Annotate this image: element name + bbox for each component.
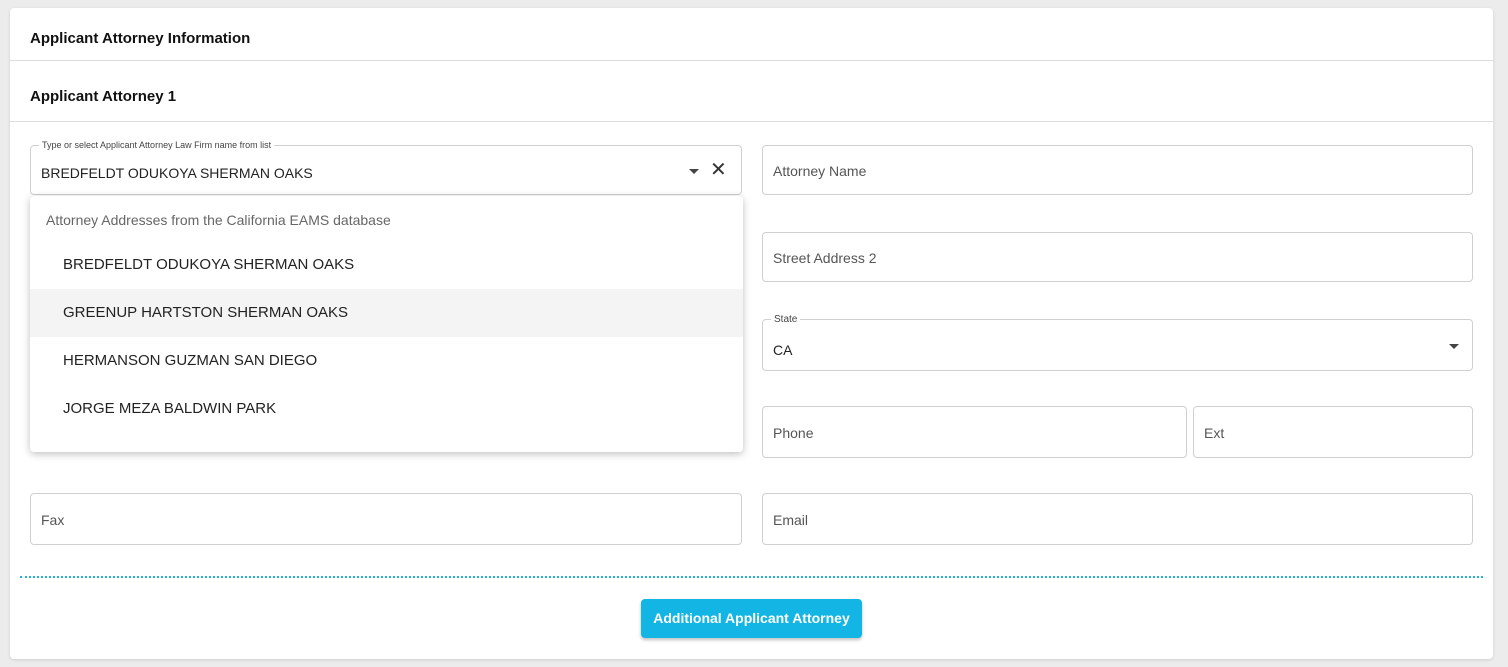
dotted-divider xyxy=(20,576,1483,578)
ext-field[interactable]: Ext xyxy=(1193,406,1473,458)
fax-field[interactable]: Fax xyxy=(30,493,742,545)
email-placeholder: Email xyxy=(773,512,809,528)
email-field[interactable]: Email xyxy=(762,493,1473,545)
state-value[interactable]: CA xyxy=(773,342,792,358)
dropdown-option[interactable]: GREENUP HARTSTON SHERMAN OAKS xyxy=(30,289,743,337)
applicant-attorney-card: Applicant Attorney Information Applicant… xyxy=(10,8,1493,659)
divider xyxy=(10,60,1493,61)
caret-down-icon[interactable] xyxy=(689,169,699,174)
law-firm-value[interactable]: BREDFELDT ODUKOYA SHERMAN OAKS xyxy=(41,165,313,181)
law-firm-floating-label: Type or select Applicant Attorney Law Fi… xyxy=(39,140,275,150)
caret-down-icon[interactable] xyxy=(1449,344,1459,349)
divider xyxy=(10,121,1493,122)
law-firm-dropdown-menu: Attorney Addresses from the California E… xyxy=(30,196,743,452)
attorney-name-placeholder: Attorney Name xyxy=(773,163,867,179)
close-icon[interactable]: ✕ xyxy=(710,160,727,180)
attorney-1-title: Applicant Attorney 1 xyxy=(30,88,177,105)
ext-placeholder: Ext xyxy=(1204,425,1225,441)
phone-placeholder: Phone xyxy=(773,425,814,441)
law-firm-combobox[interactable]: Type or select Applicant Attorney Law Fi… xyxy=(30,140,742,195)
fax-placeholder: Fax xyxy=(41,512,65,528)
additional-applicant-attorney-button[interactable]: Additional Applicant Attorney xyxy=(641,599,862,638)
phone-field[interactable]: Phone xyxy=(762,406,1187,458)
dropdown-group-label: Attorney Addresses from the California E… xyxy=(46,212,391,228)
attorney-name-field[interactable]: Attorney Name xyxy=(762,145,1473,195)
street-address-2-placeholder: Street Address 2 xyxy=(773,250,877,266)
dropdown-option[interactable]: JORGE MEZA BALDWIN PARK xyxy=(30,385,743,433)
street-address-2-field[interactable]: Street Address 2 xyxy=(762,232,1473,282)
dropdown-option[interactable]: HERMANSON GUZMAN SAN DIEGO xyxy=(30,337,743,385)
state-floating-label: State xyxy=(771,314,801,325)
state-select[interactable]: State CA xyxy=(762,314,1473,371)
dropdown-option[interactable]: BREDFELDT ODUKOYA SHERMAN OAKS xyxy=(30,241,743,289)
section-title: Applicant Attorney Information xyxy=(30,30,251,47)
